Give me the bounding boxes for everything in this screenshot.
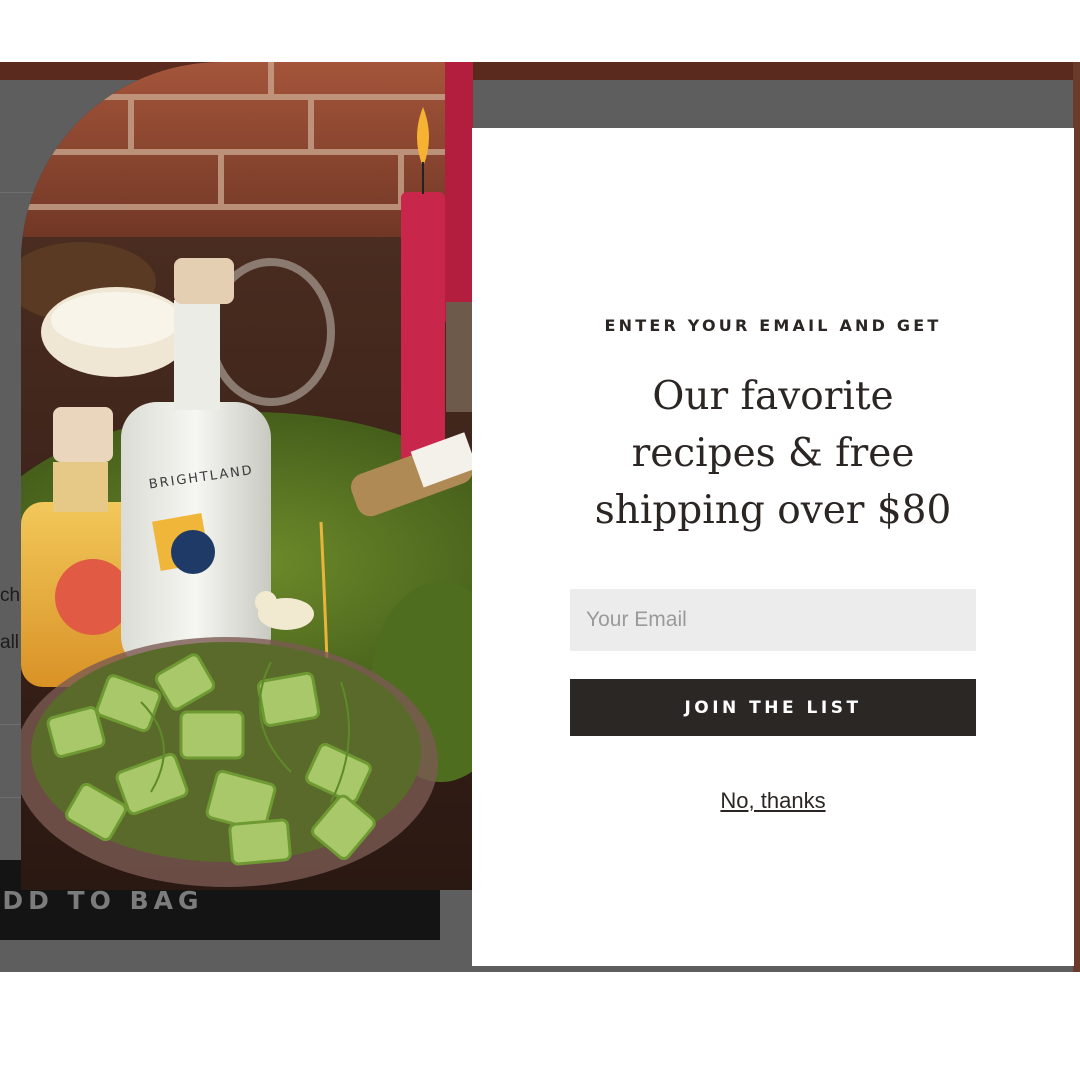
email-signup-modal: ENTER YOUR EMAIL AND GET Our favorite re… bbox=[472, 128, 1074, 966]
photo-illustration: BRIGHTLAND bbox=[21, 62, 473, 890]
background-text-fragment: ch bbox=[0, 585, 21, 606]
headline-line: Our favorite bbox=[652, 374, 894, 419]
email-input[interactable] bbox=[570, 589, 976, 651]
headline-line: shipping over $80 bbox=[594, 488, 952, 533]
product-lifestyle-photo: BRIGHTLAND bbox=[21, 62, 473, 890]
background-text-fragment: all bbox=[0, 632, 20, 653]
headline-line: recipes & free bbox=[631, 431, 915, 476]
join-the-list-button[interactable]: JOIN THE LIST bbox=[570, 679, 976, 736]
modal-headline: Our favorite recipes & free shipping ove… bbox=[532, 368, 1014, 539]
no-thanks-link[interactable]: No, thanks bbox=[472, 788, 1074, 814]
background-image-edge bbox=[1073, 62, 1080, 972]
modal-eyebrow: ENTER YOUR EMAIL AND GET bbox=[604, 316, 942, 335]
